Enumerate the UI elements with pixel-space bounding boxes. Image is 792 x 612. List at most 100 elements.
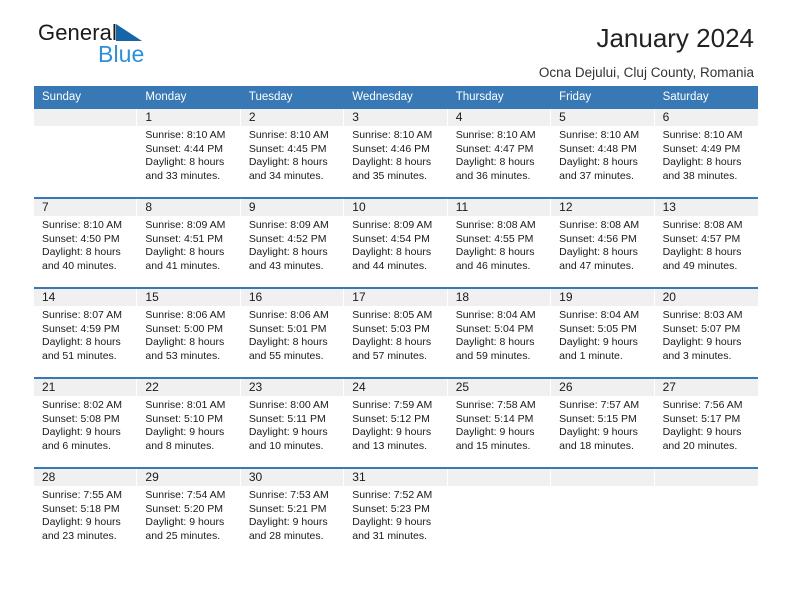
- sunrise-text: Sunrise: 8:04 AM: [559, 309, 640, 321]
- calendar-day-cell[interactable]: 10 Sunrise: 8:09 AM Sunset: 4:54 PM Dayligh…: [344, 199, 448, 287]
- calendar-day-cell[interactable]: 20 Sunrise: 8:03 AM Sunset: 5:07 PM Dayligh…: [654, 289, 758, 377]
- day-number: 13: [654, 199, 758, 216]
- calendar-day-cell[interactable]: 3 Sunrise: 8:10 AM Sunset: 4:46 PM Daylight…: [344, 109, 448, 197]
- calendar-day-cell[interactable]: 19 Sunrise: 8:04 AM Sunset: 5:05 PM Dayligh…: [551, 289, 655, 377]
- day-details: Sunrise: 8:04 AM Sunset: 5:05 PM Daylight:…: [551, 306, 653, 363]
- daylight-text: Daylight: 8 hours and 43 minutes.: [248, 246, 328, 272]
- calendar-day-cell[interactable]: 17 Sunrise: 8:05 AM Sunset: 5:03 PM Dayligh…: [344, 289, 448, 377]
- daylight-text: Daylight: 8 hours and 35 minutes.: [352, 156, 432, 182]
- sunset-text: Sunset: 5:21 PM: [248, 502, 327, 515]
- calendar-day-cell[interactable]: 22 Sunrise: 8:01 AM Sunset: 5:10 PM Dayligh…: [137, 379, 241, 467]
- daylight-text: Daylight: 8 hours and 41 minutes.: [145, 246, 225, 272]
- calendar-day-cell-empty: [551, 469, 655, 557]
- weekday-header-tuesday: Tuesday: [248, 91, 293, 103]
- sunset-text: Sunset: 5:00 PM: [145, 322, 224, 335]
- sunrise-text: Sunrise: 8:09 AM: [352, 219, 433, 231]
- brand-name-general: General: [38, 20, 117, 45]
- sunrise-text: Sunrise: 7:55 AM: [42, 489, 122, 501]
- calendar-day-cell[interactable]: 6 Sunrise: 8:10 AM Sunset: 4:49 PM Daylight…: [654, 109, 758, 197]
- sunset-text: Sunset: 4:50 PM: [42, 232, 120, 245]
- sunset-text: Sunset: 4:46 PM: [352, 142, 430, 155]
- calendar-day-cell[interactable]: 11 Sunrise: 8:08 AM Sunset: 4:55 PM Dayligh…: [447, 199, 552, 287]
- calendar-day-cell[interactable]: 5 Sunrise: 8:10 AM Sunset: 4:48 PM Daylight…: [551, 109, 655, 197]
- calendar-day-cell[interactable]: 7 Sunrise: 8:10 AM Sunset: 4:50 PM Daylight…: [34, 199, 138, 287]
- sunset-text: Sunset: 4:49 PM: [662, 142, 741, 155]
- calendar-day-cell[interactable]: 31 Sunrise: 7:52 AM Sunset: 5:23 PM Dayligh…: [344, 469, 448, 557]
- day-details: Sunrise: 8:10 AM Sunset: 4:49 PM Daylight:…: [655, 126, 758, 183]
- weekday-header-monday: Monday: [145, 91, 187, 103]
- daylight-text: Daylight: 9 hours and 10 minutes.: [248, 426, 328, 452]
- day-number: 30: [240, 469, 344, 486]
- calendar-page: General Blue January 2024 Ocna Dejului, …: [0, 0, 792, 612]
- day-number: 23: [240, 379, 344, 396]
- calendar-day-cell[interactable]: 30 Sunrise: 7:53 AM Sunset: 5:21 PM Dayligh…: [240, 469, 345, 557]
- calendar-day-cell[interactable]: 13 Sunrise: 8:08 AM Sunset: 4:57 PM Dayligh…: [654, 199, 758, 287]
- daylight-text: Daylight: 8 hours and 46 minutes.: [455, 246, 535, 272]
- day-number: [551, 469, 654, 486]
- calendar-day-cell[interactable]: 16 Sunrise: 8:06 AM Sunset: 5:01 PM Dayligh…: [240, 289, 345, 377]
- daylight-text: Daylight: 9 hours and 20 minutes.: [662, 426, 742, 452]
- calendar-day-cell-empty: [654, 469, 758, 557]
- calendar-day-cell[interactable]: 26 Sunrise: 7:57 AM Sunset: 5:15 PM Dayligh…: [551, 379, 655, 467]
- sunrise-text: Sunrise: 8:10 AM: [248, 129, 329, 141]
- calendar-day-cell[interactable]: 24 Sunrise: 7:59 AM Sunset: 5:12 PM Dayligh…: [344, 379, 448, 467]
- day-number: 3: [344, 109, 447, 126]
- sunrise-text: Sunrise: 8:05 AM: [352, 309, 433, 321]
- calendar-day-cell[interactable]: 2 Sunrise: 8:10 AM Sunset: 4:45 PM Daylight…: [240, 109, 345, 197]
- sunset-text: Sunset: 4:55 PM: [455, 232, 534, 245]
- title-block: January 2024 Ocna Dejului, Cluj County, …: [539, 24, 754, 80]
- brand-logo[interactable]: General Blue: [38, 22, 268, 74]
- sunrise-text: Sunrise: 8:00 AM: [248, 399, 329, 411]
- daylight-text: Daylight: 8 hours and 55 minutes.: [248, 336, 328, 362]
- calendar-day-cell[interactable]: 14 Sunrise: 8:07 AM Sunset: 4:59 PM Dayligh…: [34, 289, 138, 377]
- day-number: 31: [344, 469, 447, 486]
- daylight-text: Daylight: 8 hours and 33 minutes.: [145, 156, 225, 182]
- sunrise-text: Sunrise: 8:06 AM: [248, 309, 329, 321]
- sunset-text: Sunset: 5:07 PM: [662, 322, 741, 335]
- sunset-text: Sunset: 4:59 PM: [42, 322, 120, 335]
- calendar-day-cell[interactable]: 28 Sunrise: 7:55 AM Sunset: 5:18 PM Dayligh…: [34, 469, 138, 557]
- weekday-header-saturday: Saturday: [662, 91, 709, 103]
- day-details: Sunrise: 8:08 AM Sunset: 4:55 PM Daylight:…: [448, 216, 550, 273]
- calendar-day-cell[interactable]: 4 Sunrise: 8:10 AM Sunset: 4:47 PM Daylight…: [447, 109, 552, 197]
- daylight-text: Daylight: 9 hours and 3 minutes.: [662, 336, 742, 362]
- daylight-text: Daylight: 8 hours and 59 minutes.: [455, 336, 535, 362]
- day-number: 14: [34, 289, 137, 306]
- sunrise-text: Sunrise: 8:10 AM: [662, 129, 743, 141]
- calendar-day-cell[interactable]: 1 Sunrise: 8:10 AM Sunset: 4:44 PM Daylight…: [137, 109, 241, 197]
- sunrise-text: Sunrise: 8:03 AM: [662, 309, 743, 321]
- calendar-day-cell[interactable]: 29 Sunrise: 7:54 AM Sunset: 5:20 PM Dayligh…: [137, 469, 241, 557]
- sunset-text: Sunset: 4:56 PM: [559, 232, 637, 245]
- day-details: Sunrise: 7:59 AM Sunset: 5:12 PM Daylight:…: [344, 396, 446, 453]
- daylight-text: Daylight: 8 hours and 57 minutes.: [352, 336, 432, 362]
- sunset-text: Sunset: 5:14 PM: [455, 412, 534, 425]
- day-details: Sunrise: 7:58 AM Sunset: 5:14 PM Daylight:…: [448, 396, 550, 453]
- sunset-text: Sunset: 5:15 PM: [559, 412, 637, 425]
- calendar-day-cell-empty: [447, 469, 552, 557]
- daylight-text: Daylight: 8 hours and 51 minutes.: [42, 336, 121, 362]
- daylight-text: Daylight: 9 hours and 8 minutes.: [145, 426, 225, 452]
- calendar-day-cell[interactable]: 27 Sunrise: 7:56 AM Sunset: 5:17 PM Dayligh…: [654, 379, 758, 467]
- sunset-text: Sunset: 5:01 PM: [248, 322, 327, 335]
- calendar-day-cell[interactable]: 23 Sunrise: 8:00 AM Sunset: 5:11 PM Dayligh…: [240, 379, 345, 467]
- weekday-header-sunday: Sunday: [42, 91, 82, 103]
- day-details: Sunrise: 8:01 AM Sunset: 5:10 PM Daylight:…: [137, 396, 239, 453]
- calendar-day-cell[interactable]: 25 Sunrise: 7:58 AM Sunset: 5:14 PM Dayligh…: [447, 379, 552, 467]
- sunset-text: Sunset: 4:54 PM: [352, 232, 430, 245]
- weekday-header-thursday: Thursday: [455, 91, 504, 103]
- daylight-text: Daylight: 8 hours and 36 minutes.: [455, 156, 535, 182]
- sunrise-text: Sunrise: 8:10 AM: [455, 129, 536, 141]
- calendar-day-cell[interactable]: 8 Sunrise: 8:09 AM Sunset: 4:51 PM Daylight…: [137, 199, 241, 287]
- weekday-header-wednesday: Wednesday: [352, 91, 413, 103]
- day-details: Sunrise: 8:09 AM Sunset: 4:54 PM Daylight:…: [344, 216, 446, 273]
- sunset-text: Sunset: 5:10 PM: [145, 412, 224, 425]
- sunrise-text: Sunrise: 8:08 AM: [455, 219, 536, 231]
- calendar-day-cell[interactable]: 9 Sunrise: 8:09 AM Sunset: 4:52 PM Daylight…: [240, 199, 345, 287]
- day-details: Sunrise: 8:10 AM Sunset: 4:46 PM Daylight:…: [344, 126, 446, 183]
- calendar-day-cell[interactable]: 21 Sunrise: 8:02 AM Sunset: 5:08 PM Dayligh…: [34, 379, 138, 467]
- day-number: 11: [447, 199, 551, 216]
- day-details: Sunrise: 8:10 AM Sunset: 4:47 PM Daylight:…: [448, 126, 550, 183]
- calendar-day-cell[interactable]: 12 Sunrise: 8:08 AM Sunset: 4:56 PM Dayligh…: [551, 199, 655, 287]
- calendar-day-cell[interactable]: 18 Sunrise: 8:04 AM Sunset: 5:04 PM Dayligh…: [447, 289, 552, 377]
- calendar-day-cell[interactable]: 15 Sunrise: 8:06 AM Sunset: 5:00 PM Dayligh…: [137, 289, 241, 377]
